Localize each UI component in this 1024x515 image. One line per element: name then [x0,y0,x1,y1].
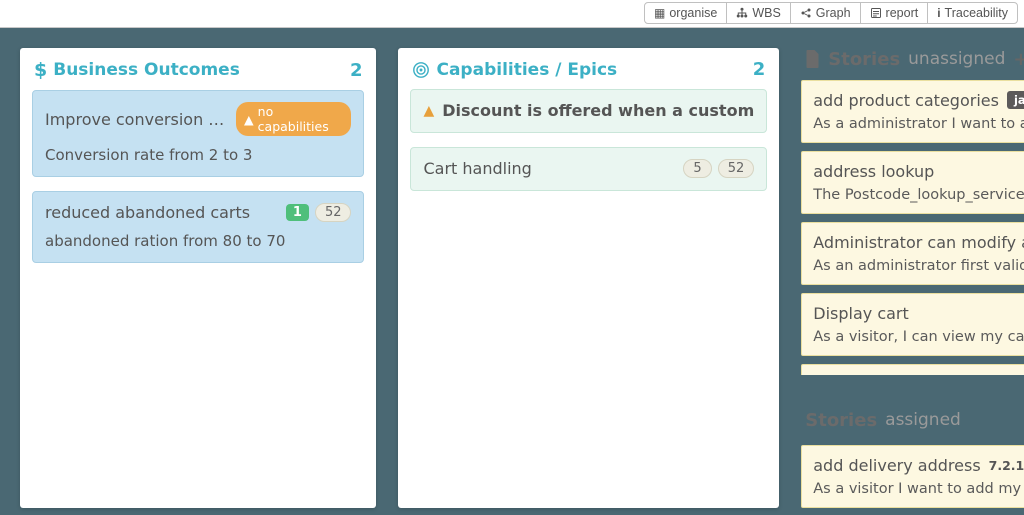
outcome-card[interactable]: reduced abandoned carts 1 52 abandoned r… [32,191,364,263]
capabilities-cards: ▲ Discount is offered when a custom Cart… [398,89,779,205]
outcome-desc: Conversion rate from 2 to 3 [45,146,351,164]
outcome-title: Improve conversion rate [45,110,228,129]
target-icon [412,61,430,79]
report-label: report [886,6,919,20]
no-capabilities-badge: ▲ no capabilities [236,102,351,136]
story-desc: As an administrator first validate super… [813,258,1024,274]
story-card[interactable]: search 3 As a visitor I can search for p… [801,364,1024,375]
stories-unassigned-list: add product categories java 4 As a admin… [801,80,1024,375]
warning-icon: ▲ [244,112,254,127]
stories-column: Stories unassigned + 6 add product categ… [801,48,1024,508]
story-title: add product categories [813,91,999,110]
story-card[interactable]: address lookup 6 The Postcode_lookup_ser… [801,151,1024,214]
capability-title: Discount is offered when a custom [442,101,754,120]
dollar-icon: $ [34,59,47,81]
board: $ Business Outcomes 2 Improve conversion… [0,28,1024,508]
graph-button[interactable]: Graph [790,2,861,24]
capability-card[interactable]: Cart handling 5 52 [410,147,767,191]
organise-label: organise [669,6,717,20]
business-outcomes-count: 2 [350,60,363,81]
stories-assigned-sub: assigned [885,410,961,430]
capabilities-title: Capabilities / Epics [436,60,617,80]
graph-label: Graph [816,6,851,20]
stories-unassigned-header: Stories unassigned + 6 [801,48,1024,80]
no-capabilities-label: no capabilities [258,104,342,134]
story-title: add delivery address [813,456,980,475]
story-title: address lookup [813,162,934,181]
story-desc: As a administrator I want to add my prod… [813,116,1024,132]
story-tag: java [1007,91,1024,109]
capability-card[interactable]: ▲ Discount is offered when a custom [410,89,767,133]
capability-title: Cart handling [423,159,531,178]
outcome-card[interactable]: Improve conversion rate ▲ no capabilitie… [32,90,364,177]
story-desc: As a visitor I want to add my delivery_a… [813,481,1024,497]
warning-icon: ▲ [423,103,434,119]
stories-label: Stories [828,49,900,70]
outcome-desc: abandoned ration from 80 to 70 [45,232,351,250]
capability-count-a: 5 [683,159,711,178]
business-outcomes-title: Business Outcomes [53,60,240,80]
story-desc: As a visitor, I can view my cart [at any… [813,329,1024,345]
tree-icon [736,7,748,19]
outcome-title: reduced abandoned carts [45,203,250,222]
outcome-grey-count: 52 [315,203,352,222]
outcome-green-count: 1 [286,204,309,221]
document-icon [805,50,820,68]
organise-button[interactable]: ▦ organise [644,2,727,24]
stories-assigned-list: add delivery address 7.2.1 7 As a visito… [801,445,1024,508]
story-ref: 7.2.1 [989,458,1024,473]
business-outcomes-header: $ Business Outcomes 2 [20,48,376,90]
story-card[interactable]: add delivery address 7.2.1 7 As a visito… [801,445,1024,508]
capabilities-panel: Capabilities / Epics 2 ▲ Discount is off… [398,48,779,508]
story-title: Display cart [813,304,909,323]
business-outcomes-panel: $ Business Outcomes 2 Improve conversion… [20,48,376,508]
add-story-button[interactable]: + [1013,49,1024,70]
business-outcomes-cards: Improve conversion rate ▲ no capabilitie… [20,90,376,277]
layout-icon: ▦ [654,6,665,20]
info-icon: i [937,6,940,20]
stories-unassigned-sub: unassigned [908,49,1005,69]
capability-count-b: 52 [718,159,755,178]
stories-assigned-header: Stories assigned 5 [801,375,1024,445]
capabilities-header: Capabilities / Epics 2 [398,48,779,89]
stories-label: Stories [805,410,877,431]
story-card[interactable]: Display cart 3 As a visitor, I can view … [801,293,1024,356]
top-toolbar: ▦ organise WBS Graph report i Traceabili… [0,0,1024,28]
capabilities-count: 2 [753,59,766,80]
story-card[interactable]: Administrator can modify a user's pr 6 A… [801,222,1024,285]
share-icon [800,7,812,19]
traceability-button[interactable]: i Traceability [927,2,1018,24]
traceability-label: Traceability [945,6,1008,20]
wbs-button[interactable]: WBS [726,2,790,24]
wbs-label: WBS [752,6,780,20]
story-desc: The Postcode_lookup_service will retriev… [813,187,1024,203]
report-button[interactable]: report [860,2,929,24]
report-icon [870,7,882,19]
story-card[interactable]: add product categories java 4 As a admin… [801,80,1024,143]
story-title: Administrator can modify a user's pr [813,233,1024,252]
